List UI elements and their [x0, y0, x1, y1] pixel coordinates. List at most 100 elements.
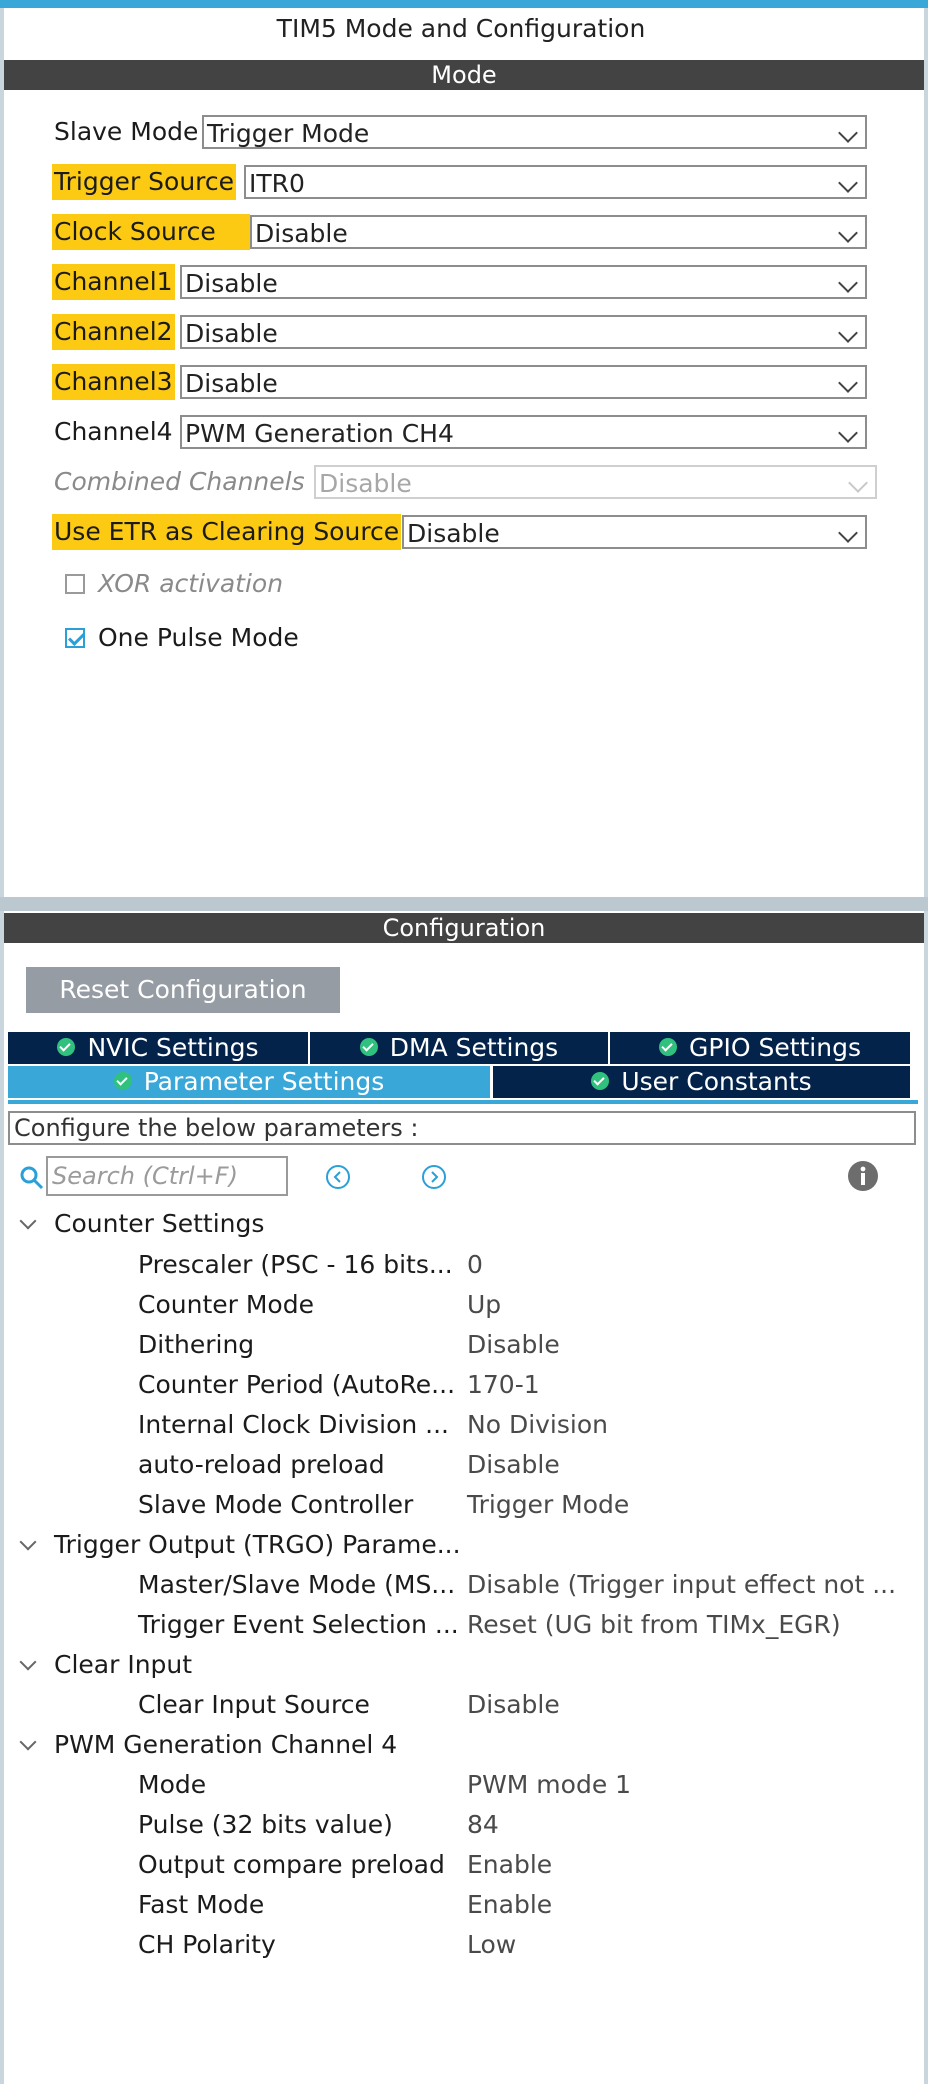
tab-parameter-label: Parameter Settings — [143, 1067, 385, 1096]
param-row[interactable]: Counter Mode Up — [0, 1285, 928, 1325]
channel3-value: Disable — [185, 369, 278, 398]
slave-mode-row: Slave Mode Trigger Mode — [0, 114, 928, 150]
tab-parameter-settings[interactable]: Parameter Settings — [8, 1066, 490, 1098]
chevron-down-icon — [19, 1212, 37, 1230]
param-name: Clear Input Source — [138, 1690, 370, 1719]
param-row[interactable]: Fast Mode Enable — [0, 1885, 928, 1925]
trigger-source-value: ITR0 — [249, 169, 305, 198]
group-label: Trigger Output (TRGO) Parame... — [54, 1530, 461, 1559]
channel1-value: Disable — [185, 269, 278, 298]
mode-section-header: Mode — [4, 60, 924, 90]
channel2-row: Channel2 Disable — [0, 314, 928, 350]
chevron-down-icon — [19, 1533, 37, 1551]
param-row[interactable]: Slave Mode Controller Trigger Mode — [0, 1485, 928, 1525]
param-name: Mode — [138, 1770, 207, 1799]
group-counter-settings[interactable]: Counter Settings — [0, 1204, 928, 1244]
param-row[interactable]: Dithering Disable — [0, 1325, 928, 1365]
group-trigger-output[interactable]: Trigger Output (TRGO) Parame... — [0, 1525, 928, 1565]
param-row[interactable]: Output compare preload Enable — [0, 1845, 928, 1885]
param-value: Disable — [467, 1330, 560, 1359]
param-value: 0 — [467, 1250, 483, 1279]
trigger-source-select[interactable]: ITR0 — [244, 165, 867, 199]
channel3-row: Channel3 Disable — [0, 364, 928, 400]
param-name: Fast Mode — [138, 1890, 265, 1919]
channel2-select[interactable]: Disable — [180, 315, 867, 349]
tab-nvic-label: NVIC Settings — [87, 1033, 259, 1062]
use-etr-select[interactable]: Disable — [402, 515, 867, 549]
param-row[interactable]: Trigger Event Selection ... Reset (UG bi… — [0, 1605, 928, 1645]
use-etr-label: Use ETR as Clearing Source — [52, 514, 402, 550]
one-pulse-mode-checkbox[interactable] — [65, 628, 85, 648]
group-pwm-channel-4[interactable]: PWM Generation Channel 4 — [0, 1725, 928, 1765]
chevron-down-icon — [838, 123, 858, 143]
param-value: Trigger Mode — [467, 1490, 630, 1519]
clock-source-select[interactable]: Disable — [250, 215, 867, 249]
param-value: Disable — [467, 1450, 560, 1479]
combined-channels-value: Disable — [319, 469, 412, 498]
combined-channels-label: Combined Channels — [54, 467, 305, 496]
param-name: Counter Mode — [138, 1290, 314, 1319]
channel1-select[interactable]: Disable — [180, 265, 867, 299]
tab-nvic-settings[interactable]: NVIC Settings — [8, 1032, 308, 1064]
param-row[interactable]: Pulse (32 bits value) 84 — [0, 1805, 928, 1845]
one-pulse-mode-label: One Pulse Mode — [98, 623, 299, 652]
param-value: 170-1 — [467, 1370, 540, 1399]
param-name: Prescaler (PSC - 16 bits... — [138, 1250, 453, 1279]
param-value: Up — [467, 1290, 502, 1319]
chevron-down-icon — [838, 173, 858, 193]
check-circle-icon — [659, 1038, 677, 1056]
param-value: PWM mode 1 — [467, 1770, 632, 1799]
panel-divider[interactable] — [0, 897, 928, 911]
use-etr-value: Disable — [407, 519, 500, 548]
combined-channels-row: Combined Channels Disable — [0, 464, 928, 500]
xor-activation-label: XOR activation — [98, 569, 284, 598]
tab-gpio-settings[interactable]: GPIO Settings — [610, 1032, 910, 1064]
param-value: Disable (Trigger input effect not ... — [467, 1570, 897, 1599]
chevron-down-icon — [838, 223, 858, 243]
param-name: Dithering — [138, 1330, 255, 1359]
info-icon[interactable] — [847, 1160, 879, 1192]
param-name: Slave Mode Controller — [138, 1490, 414, 1519]
channel3-select[interactable]: Disable — [180, 365, 867, 399]
param-row[interactable]: Master/Slave Mode (MS... Disable (Trigge… — [0, 1565, 928, 1605]
channel4-value: PWM Generation CH4 — [185, 419, 454, 448]
slave-mode-label: Slave Mode — [54, 117, 199, 146]
check-circle-icon — [359, 1038, 378, 1056]
channel4-row: Channel4 PWM Generation CH4 — [0, 414, 928, 450]
combined-channels-select: Disable — [314, 465, 877, 499]
configuration-section-header: Configuration — [4, 913, 924, 943]
param-value: Enable — [467, 1850, 553, 1879]
param-name: Output compare preload — [138, 1850, 445, 1879]
param-row[interactable]: Clear Input Source Disable — [0, 1685, 928, 1725]
param-value: Reset (UG bit from TIMx_EGR) — [467, 1610, 841, 1639]
param-row[interactable]: Mode PWM mode 1 — [0, 1765, 928, 1805]
param-row[interactable]: Counter Period (AutoRe... 170-1 — [0, 1365, 928, 1405]
group-clear-input[interactable]: Clear Input — [0, 1645, 928, 1685]
previous-result-icon[interactable] — [325, 1164, 351, 1190]
tab-user-constants[interactable]: User Constants — [493, 1066, 910, 1098]
param-row[interactable]: Internal Clock Division ... No Division — [0, 1405, 928, 1445]
clock-source-value: Disable — [255, 219, 348, 248]
chevron-down-icon — [19, 1733, 37, 1751]
check-circle-icon — [113, 1072, 132, 1090]
next-result-icon[interactable] — [421, 1164, 447, 1190]
reset-configuration-button[interactable]: Reset Configuration — [26, 967, 340, 1013]
param-name: Internal Clock Division ... — [138, 1410, 449, 1439]
parameters-description: Configure the below parameters : — [8, 1111, 916, 1145]
slave-mode-select[interactable]: Trigger Mode — [202, 115, 867, 149]
param-row[interactable]: CH Polarity Low — [0, 1925, 928, 1965]
param-name: Counter Period (AutoRe... — [138, 1370, 456, 1399]
search-icon[interactable] — [18, 1164, 46, 1192]
channel3-label: Channel3 — [52, 364, 175, 400]
chevron-down-icon — [838, 373, 858, 393]
search-input[interactable]: Search (Ctrl+F) — [46, 1156, 288, 1196]
group-label: Counter Settings — [54, 1209, 265, 1238]
channel4-select[interactable]: PWM Generation CH4 — [180, 415, 867, 449]
param-row[interactable]: Prescaler (PSC - 16 bits... 0 — [0, 1245, 928, 1285]
param-row[interactable]: auto-reload preload Disable — [0, 1445, 928, 1485]
param-value: No Division — [467, 1410, 608, 1439]
clock-source-row: Clock Source Disable — [0, 214, 928, 250]
tab-dma-settings[interactable]: DMA Settings — [310, 1032, 608, 1064]
channel1-label: Channel1 — [52, 264, 175, 300]
chevron-down-icon — [19, 1653, 37, 1671]
